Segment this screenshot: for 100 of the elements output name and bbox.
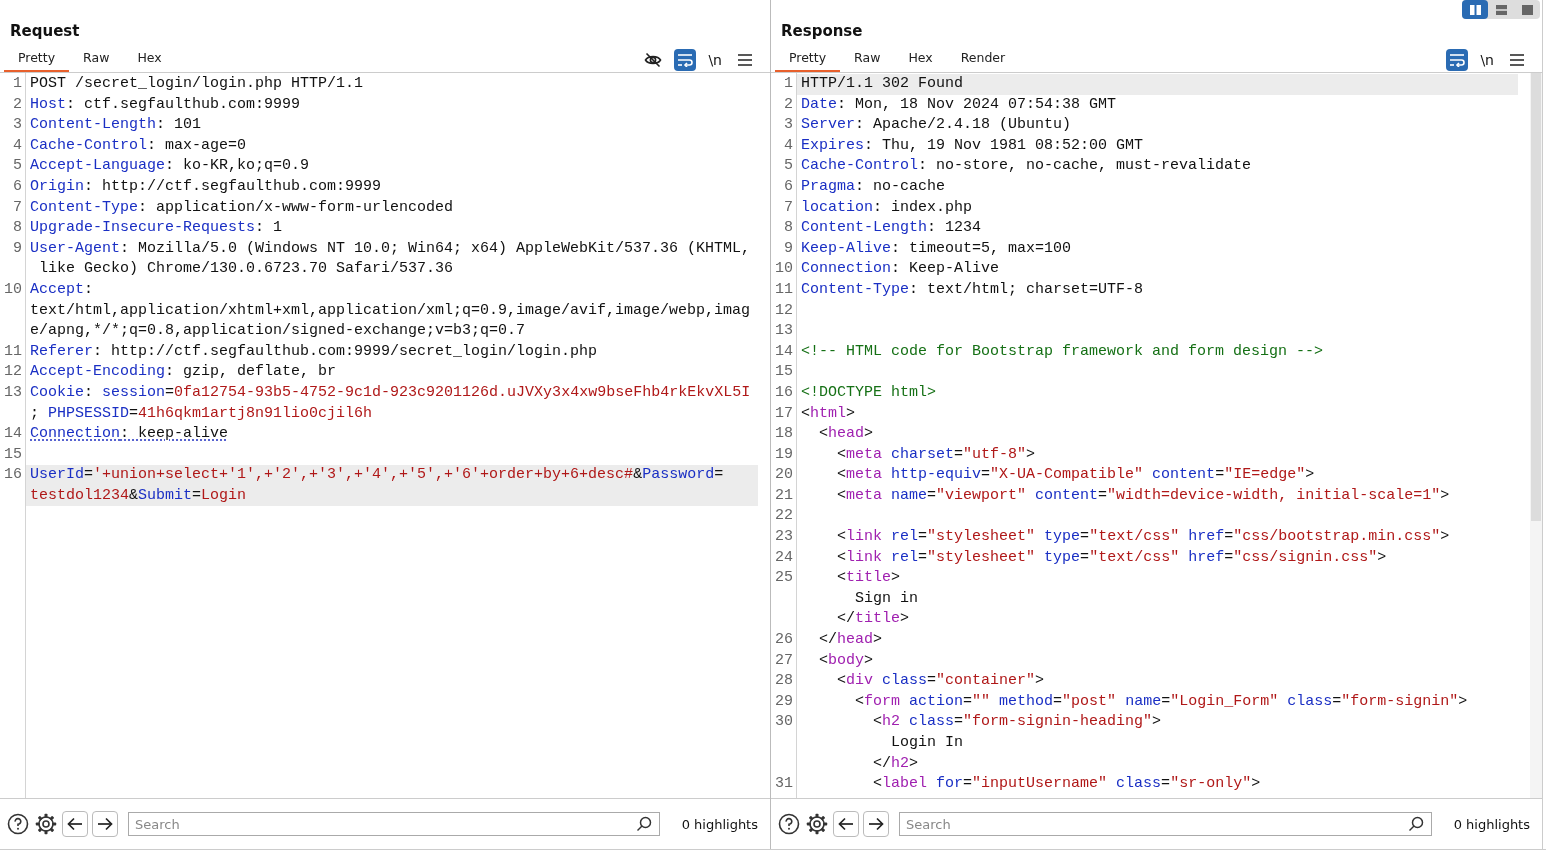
search-icon[interactable] [635, 816, 652, 832]
line-number: 9 [783, 238, 794, 259]
code-line: Server: Apache/2.4.18 (Ubuntu) [800, 115, 1073, 136]
code-line: <h2 class="form-signin-heading"> Login In </h2> [872, 712, 1163, 774]
code-line: </head> [818, 630, 884, 651]
search-icon[interactable] [1407, 816, 1424, 832]
code-line: Expires: Thu, 19 Nov 1981 08:52:00 GMT [800, 135, 1145, 156]
tab[interactable]: Pretty [4, 48, 70, 72]
line-number: 6 [783, 176, 794, 197]
line-number: 18 [774, 424, 794, 445]
line-number: 30 [774, 712, 794, 733]
tab[interactable]: Hex [894, 48, 947, 72]
layout-icon [1521, 4, 1533, 15]
newline-toggle[interactable]: \n [1478, 49, 1496, 71]
code-line: <!DOCTYPE html> [800, 382, 938, 403]
arrow-right-icon [868, 817, 884, 831]
help-button[interactable] [6, 812, 30, 836]
line-number: 3 [12, 115, 23, 136]
line-number: 31 [774, 774, 794, 795]
tab[interactable]: Raw [69, 48, 124, 72]
line-number: 5 [783, 156, 794, 177]
code-line: Content-Type: application/x-www-form-urlencoded [29, 197, 455, 218]
line-number: 8 [12, 218, 23, 239]
menu-icon[interactable] [738, 54, 752, 66]
search-field[interactable]: Search [899, 812, 1432, 836]
scrollbar-thumb[interactable] [1531, 73, 1541, 521]
layout-button[interactable] [1462, 0, 1488, 19]
code-line: User-Agent: Mozilla/5.0 (Windows NT 10.0; Win64; x64) AppleWebKit/537.36 (KHTML, like Gecko) Chrome/130.0.6723.70 Safari/537.36 [29, 238, 752, 280]
line-number: 4 [783, 135, 794, 156]
line-number: 25 [774, 568, 794, 589]
line-number: 12 [3, 362, 23, 383]
line-number: 17 [774, 403, 794, 424]
code-line: <meta name="viewport" content="width=device-width, initial-scale=1"> [836, 485, 1451, 506]
code-line: <title> Sign in </title> [836, 568, 920, 630]
back-button[interactable] [62, 811, 88, 837]
line-number: 10 [3, 279, 23, 300]
code-line: Origin: http://ctf.segfaulthub.com:9999 [29, 176, 383, 197]
code-line: Cache-Control: max-age=0 [29, 135, 248, 156]
wrap-toggle[interactable] [674, 49, 697, 71]
pane-title: Request [10, 22, 80, 40]
wrap-toggle[interactable] [1446, 49, 1469, 71]
line-number: 29 [774, 691, 794, 712]
code-line: <label for="inputUsername" class="sr-only"> [872, 774, 1262, 795]
settings-button[interactable] [805, 812, 829, 836]
code-line: <link rel="stylesheet" type="text/css" href="css/bootstrap.min.css"> [836, 527, 1451, 548]
line-number: 14 [774, 341, 794, 362]
line-number: 2 [12, 94, 23, 115]
line-number: 11 [3, 341, 23, 362]
code-line: POST /secret_login/login.php HTTP/1.1 [29, 74, 365, 94]
line-number: 28 [774, 671, 794, 692]
line-number: 3 [783, 115, 794, 136]
tab[interactable]: Pretty [775, 48, 841, 72]
search-field[interactable]: Search [128, 812, 660, 836]
line-number: 4 [12, 135, 23, 156]
code-line: Referer: http://ctf.segfaulthub.com:9999/secret_login/login.php [29, 341, 599, 362]
arrow-right-icon [97, 817, 113, 831]
line-number: 20 [774, 465, 794, 486]
highlights-count: 0 highlights [681, 816, 759, 832]
line-number: 1 [783, 74, 794, 94]
pane-title: Response [781, 22, 863, 40]
line-number: 11 [774, 279, 794, 300]
code-line: Accept-Encoding: gzip, deflate, br [29, 362, 338, 383]
wrap-icon [1449, 53, 1466, 67]
code-line: Accept: text/html,application/xhtml+xml,application/xml;q=0.9,image/avif,image/webp,imag e/apng,*/*;q=0.8,application/signed-exchange;v=b3;q=0.7 [29, 279, 752, 342]
line-number: 26 [774, 630, 794, 651]
eye-slash-icon[interactable] [644, 51, 663, 69]
forward-button[interactable] [92, 811, 118, 837]
settings-icon [35, 813, 57, 835]
code-line: Content-Length: 1234 [800, 218, 983, 239]
code-line: <meta http-equiv="X-UA-Compatible" content="IE=edge"> [836, 465, 1316, 486]
newline-toggle[interactable]: \n [706, 49, 724, 71]
line-number: 22 [774, 506, 794, 527]
line-number: 23 [774, 527, 794, 548]
code-line: Cache-Control: no-store, no-cache, must-revalidate [800, 156, 1253, 177]
code-line: Content-Type: text/html; charset=UTF-8 [800, 279, 1145, 300]
forward-button[interactable] [863, 811, 889, 837]
settings-button[interactable] [34, 812, 58, 836]
help-icon [7, 813, 29, 835]
scrollbar[interactable] [1530, 73, 1542, 798]
code-line: <head> [818, 424, 875, 445]
code-line: <link rel="stylesheet" type="text/css" href="css/signin.css"> [836, 547, 1388, 568]
wrap-icon [677, 53, 694, 67]
code-line: <html> [800, 403, 857, 424]
tab[interactable]: Render [946, 48, 1020, 72]
help-button[interactable] [777, 812, 801, 836]
tab[interactable]: Raw [840, 48, 895, 72]
code-line: Date: Mon, 18 Nov 2024 07:54:38 GMT [800, 94, 1118, 115]
layout-icon [1469, 4, 1481, 15]
code-line: location: index.php [800, 197, 974, 218]
line-number: 21 [774, 485, 794, 506]
layout-toggle[interactable] [1462, 0, 1540, 19]
highlights-count: 0 highlights [1453, 816, 1531, 832]
tab[interactable]: Hex [123, 48, 176, 72]
back-button[interactable] [833, 811, 859, 837]
arrow-left-icon [838, 817, 854, 831]
line-number: 14 [3, 424, 23, 445]
code-line: Connection: keep-alive [29, 424, 230, 445]
code-line: <div class="container"> [836, 671, 1046, 692]
code-line: Pragma: no-cache [800, 176, 947, 197]
menu-icon[interactable] [1510, 54, 1524, 66]
